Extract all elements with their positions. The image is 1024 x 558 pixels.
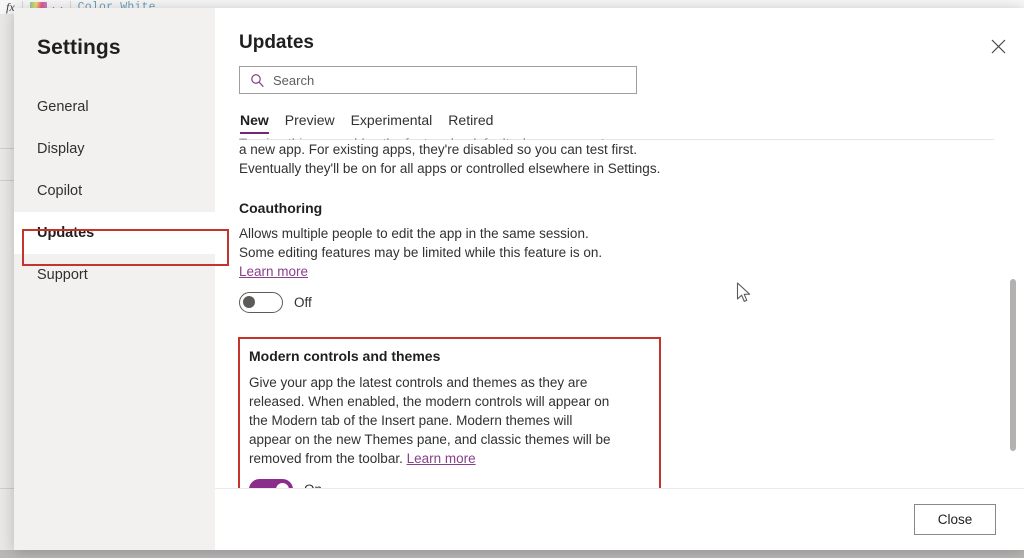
tab-experimental[interactable]: Experimental: [351, 112, 433, 134]
learn-more-link[interactable]: Learn more: [239, 264, 308, 279]
sidebar-item-label: General: [37, 99, 89, 115]
sidebar-item-general[interactable]: General: [14, 86, 215, 128]
content-header: Updates New Preview: [215, 8, 1024, 134]
sidebar-title: Settings: [37, 36, 121, 59]
tab-label: Experimental: [350, 112, 433, 128]
close-icon[interactable]: [982, 30, 1014, 62]
page-title: Updates: [239, 32, 314, 53]
tab-preview[interactable]: Preview: [285, 112, 335, 134]
tab-label: Retired: [448, 112, 494, 128]
scrollbar-thumb[interactable]: [1010, 279, 1016, 451]
section-body-line: released. When enabled, the modern contr…: [249, 394, 610, 409]
search-input[interactable]: [273, 72, 603, 88]
background-left-rail: [0, 15, 14, 558]
tab-list: New Preview Experimental Retired: [239, 112, 994, 134]
toggle-state-label: On: [304, 482, 322, 488]
sidebar-item-label: Display: [37, 141, 85, 157]
toggle-row: Off: [239, 292, 994, 313]
sidebar-item-label: Support: [37, 267, 88, 283]
settings-sidebar: Settings General Display Copilot Updates…: [14, 8, 215, 550]
intro-line-2: Eventually they'll be on for all apps or…: [239, 161, 661, 176]
sidebar-item-label: Updates: [37, 225, 95, 241]
section-body-line: Learn more: [239, 262, 994, 281]
section-body-line: Allows multiple people to edit the app i…: [239, 226, 589, 241]
section-body-text: removed from the toolbar.: [249, 451, 407, 466]
clipped-text: Turning this on enables the feature by d…: [239, 134, 994, 140]
section-coauthoring: Coauthoring Allows multiple people to ed…: [239, 200, 994, 313]
clipped-intro-line: Turning this on enables the feature by d…: [239, 134, 994, 140]
section-body-last-line: removed from the toolbar. Learn more: [249, 449, 649, 468]
background-rule: [0, 488, 14, 489]
section-title: Coauthoring: [239, 200, 323, 216]
tab-new[interactable]: New: [240, 112, 269, 134]
background-rule: [0, 180, 14, 181]
intro-line-1: a new app. For existing apps, they're di…: [239, 142, 638, 157]
screen-root: fx Color.White Settings General Display …: [0, 0, 1024, 558]
close-button[interactable]: Close: [914, 504, 996, 535]
tab-retired[interactable]: Retired: [448, 112, 493, 134]
toggle-knob: [243, 296, 255, 308]
search-box[interactable]: [239, 66, 637, 94]
scroll-area[interactable]: Turning this on enables the feature by d…: [215, 134, 1024, 488]
close-glyph: [991, 39, 1005, 53]
modern-controls-toggle[interactable]: [249, 479, 293, 488]
section-modern-controls-and-themes: Modern controls and themes Give your app…: [238, 337, 661, 488]
scrollbar[interactable]: [1009, 271, 1017, 488]
background-rule: [0, 148, 14, 149]
sidebar-nav: General Display Copilot Updates Support: [14, 86, 215, 296]
sidebar-item-copilot[interactable]: Copilot: [14, 170, 215, 212]
dialog-footer: Close: [215, 488, 1024, 550]
settings-dialog: Settings General Display Copilot Updates…: [14, 8, 1024, 550]
sidebar-item-updates[interactable]: Updates: [14, 212, 215, 254]
learn-more-link[interactable]: Learn more: [407, 451, 476, 466]
section-body-line: appear on the new Themes pane, and class…: [249, 432, 611, 447]
toggle-knob: [276, 482, 289, 488]
toggle-row: On: [249, 479, 650, 488]
coauthoring-toggle[interactable]: [239, 292, 283, 313]
background-bottom-bar: [0, 550, 1024, 558]
section-body-line: Some editing features may be limited whi…: [239, 245, 603, 260]
toggle-state-label: Off: [294, 295, 312, 310]
tab-label: New: [240, 112, 269, 128]
sidebar-item-support[interactable]: Support: [14, 254, 215, 296]
search-icon: [250, 73, 265, 88]
sidebar-item-label: Copilot: [37, 183, 83, 199]
tab-label: Preview: [284, 112, 335, 128]
section-body-line: Give your app the latest controls and th…: [249, 375, 588, 390]
settings-content: Updates New Preview: [215, 8, 1024, 550]
section-title: Modern controls and themes: [249, 348, 441, 364]
sidebar-item-display[interactable]: Display: [14, 128, 215, 170]
section-body-line: the Modern tab of the Insert pane. Moder…: [249, 413, 573, 428]
